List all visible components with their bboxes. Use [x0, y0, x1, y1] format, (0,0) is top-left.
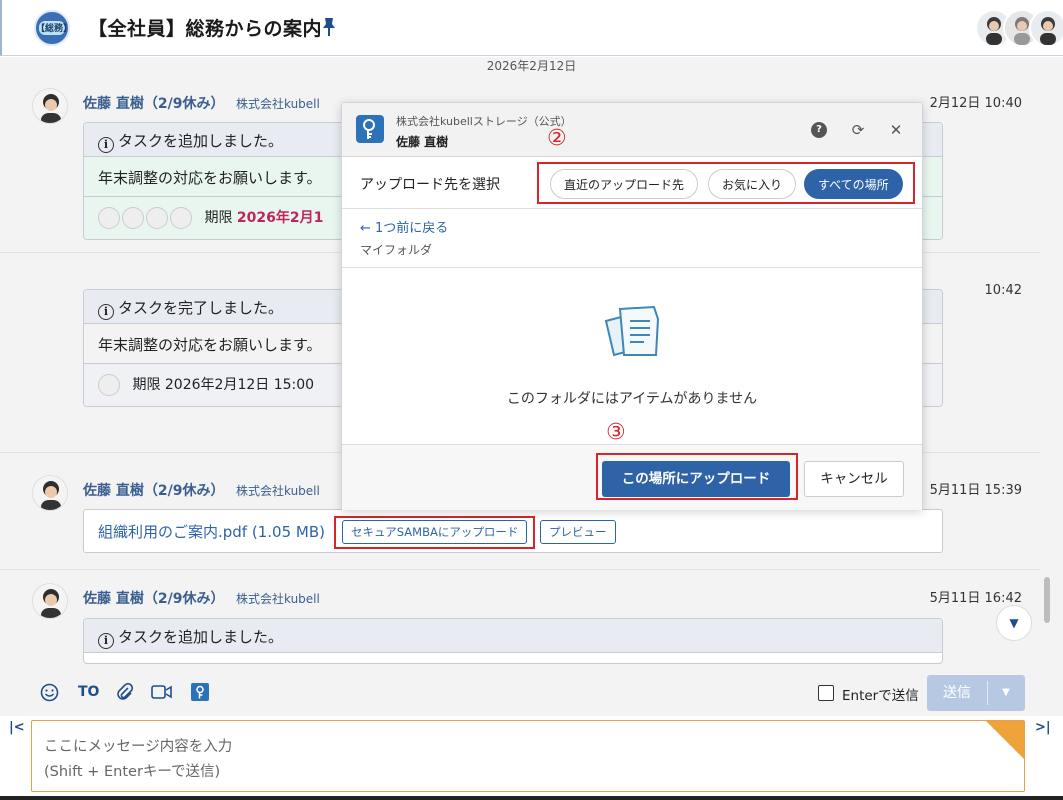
secure-samba-upload-button[interactable]: セキュアSAMBAにアップロード [342, 520, 528, 544]
message-divider [0, 569, 1040, 570]
empty-folder-message: このフォルダにはアイテムがありません [506, 391, 758, 407]
sender-avatar[interactable] [32, 475, 68, 511]
room-icon[interactable]: 【総務】 [34, 10, 70, 46]
message-timestamp: 2月12日 10:40 [929, 96, 1022, 111]
message-timestamp: 5月11日 16:42 [929, 591, 1022, 606]
assignee-avatar[interactable] [146, 207, 168, 229]
dialog-header: 株式会社kubellストレージ（公式） 佐藤 直樹 ? ⟳ ✕ [342, 103, 922, 157]
back-link[interactable]: ← 1つ前に戻る [360, 217, 448, 236]
sender-org: 株式会社kubell [236, 484, 320, 498]
tab-recent-uploads[interactable]: 直近のアップロード先 [550, 169, 699, 199]
assignee-avatar[interactable] [122, 207, 144, 229]
message-placeholder-line2: (Shift + Enterキーで送信) [44, 764, 221, 780]
divider [342, 267, 922, 268]
video-call-icon[interactable] [151, 683, 173, 701]
scrollbar-thumb[interactable] [1044, 577, 1050, 623]
info-icon: i [98, 633, 114, 649]
sender-name[interactable]: 佐藤 直樹（2/9休み） [83, 588, 224, 608]
file-attachment: 組織利用のご案内.pdf (1.05 MB) セキュアSAMBAにアップロード … [83, 509, 943, 553]
task-header: i タスクを追加しました。 [84, 619, 942, 653]
pin-icon[interactable] [321, 16, 337, 38]
scroll-to-bottom-button[interactable]: ▼ [996, 605, 1032, 641]
sender-org: 株式会社kubell [236, 97, 320, 111]
task-header-text: タスクを追加しました。 [118, 132, 284, 150]
cancel-button[interactable]: キャンセル [804, 461, 904, 497]
enter-to-send-checkbox[interactable] [818, 685, 834, 701]
task-card: i タスクを追加しました。 [83, 618, 943, 664]
storage-app-icon[interactable] [191, 683, 209, 701]
date-separator-label: 2026年2月12日 [480, 59, 583, 73]
collapse-left-icon[interactable]: |< [9, 720, 25, 735]
tab-all-locations[interactable]: すべての場所 [804, 169, 903, 199]
sender-avatar[interactable] [32, 88, 68, 124]
annotation-step-2: ② [547, 126, 567, 151]
to-button[interactable]: TO [78, 683, 99, 701]
info-icon: i [98, 304, 114, 320]
refresh-icon[interactable]: ⟳ [849, 121, 867, 139]
upload-here-button[interactable]: この場所にアップロード [602, 461, 790, 497]
close-icon[interactable]: ✕ [887, 121, 905, 139]
send-button[interactable]: 送信 ▼ [927, 675, 1025, 711]
bottom-bar [0, 796, 1063, 800]
message-placeholder-line1: ここにメッセージ内容を入力 [44, 739, 233, 755]
send-button-label: 送信 [943, 685, 971, 701]
help-icon[interactable]: ? [811, 122, 827, 138]
storage-app-logo [356, 115, 384, 143]
date-separator: 2026年2月12日 [0, 57, 1063, 74]
attach-file-icon[interactable] [115, 682, 134, 701]
member-avatar[interactable] [1029, 9, 1063, 47]
collapse-right-icon[interactable]: >| [1035, 720, 1051, 735]
tab-favorites[interactable]: お気に入り [708, 169, 797, 199]
emoji-icon[interactable] [40, 683, 59, 702]
storage-company: 株式会社kubellストレージ（公式） [396, 115, 572, 128]
task-header-text: タスクを完了しました。 [118, 299, 284, 317]
assignee-avatar[interactable] [98, 374, 120, 396]
preview-button[interactable]: プレビュー [540, 520, 616, 544]
sender-name[interactable]: 佐藤 直樹（2/9休み） [83, 93, 224, 113]
room-icon-text: 【総務】 [36, 24, 70, 34]
assignee-avatar[interactable] [170, 207, 192, 229]
sender-org: 株式会社kubell [236, 592, 320, 606]
select-destination-label: アップロード先を選択 [360, 177, 500, 193]
destination-selector: アップロード先を選択 直近のアップロード先 お気に入り すべての場所 [342, 157, 922, 209]
member-avatars[interactable] [975, 9, 1063, 47]
message-input[interactable]: ここにメッセージ内容を入力 (Shift + Enterキーで送信) [31, 720, 1025, 792]
message-timestamp: 5月11日 15:39 [929, 483, 1022, 498]
storage-user: 佐藤 直樹 [396, 135, 449, 149]
sender-name[interactable]: 佐藤 直樹（2/9休み） [83, 480, 224, 500]
upload-destination-dialog: 株式会社kubellストレージ（公式） 佐藤 直樹 ? ⟳ ✕ アップロード先を… [341, 102, 923, 510]
info-icon: i [98, 137, 114, 153]
enter-to-send-label[interactable]: Enterで送信 [842, 684, 919, 704]
empty-documents-icon [604, 305, 660, 357]
deadline-label: 期限 [204, 210, 233, 226]
dialog-footer: この場所にアップロード キャンセル [342, 444, 922, 510]
sender-avatar[interactable] [32, 583, 68, 619]
send-options-dropdown[interactable]: ▼ [987, 675, 1025, 711]
deadline-text: 期限 2026年2月12日 15:00 [132, 377, 315, 393]
task-header-text: タスクを追加しました。 [118, 628, 284, 646]
composer-toolbar: TO Enterで送信 送信 ▼ [0, 664, 1063, 716]
corner-badge [986, 721, 1024, 759]
current-folder-name: マイフォルダ [360, 243, 433, 257]
room-title: 【全社員】総務からの案内 [88, 18, 323, 40]
deadline-value: 2026年2月1 [236, 210, 324, 226]
file-link[interactable]: 組織利用のご案内.pdf (1.05 MB) [98, 523, 325, 541]
assignee-avatar[interactable] [98, 207, 120, 229]
message-timestamp: 10:42 [984, 283, 1022, 298]
annotation-step-3: ③ [606, 420, 626, 445]
room-header: 【総務】 【全社員】総務からの案内 [0, 0, 1063, 56]
